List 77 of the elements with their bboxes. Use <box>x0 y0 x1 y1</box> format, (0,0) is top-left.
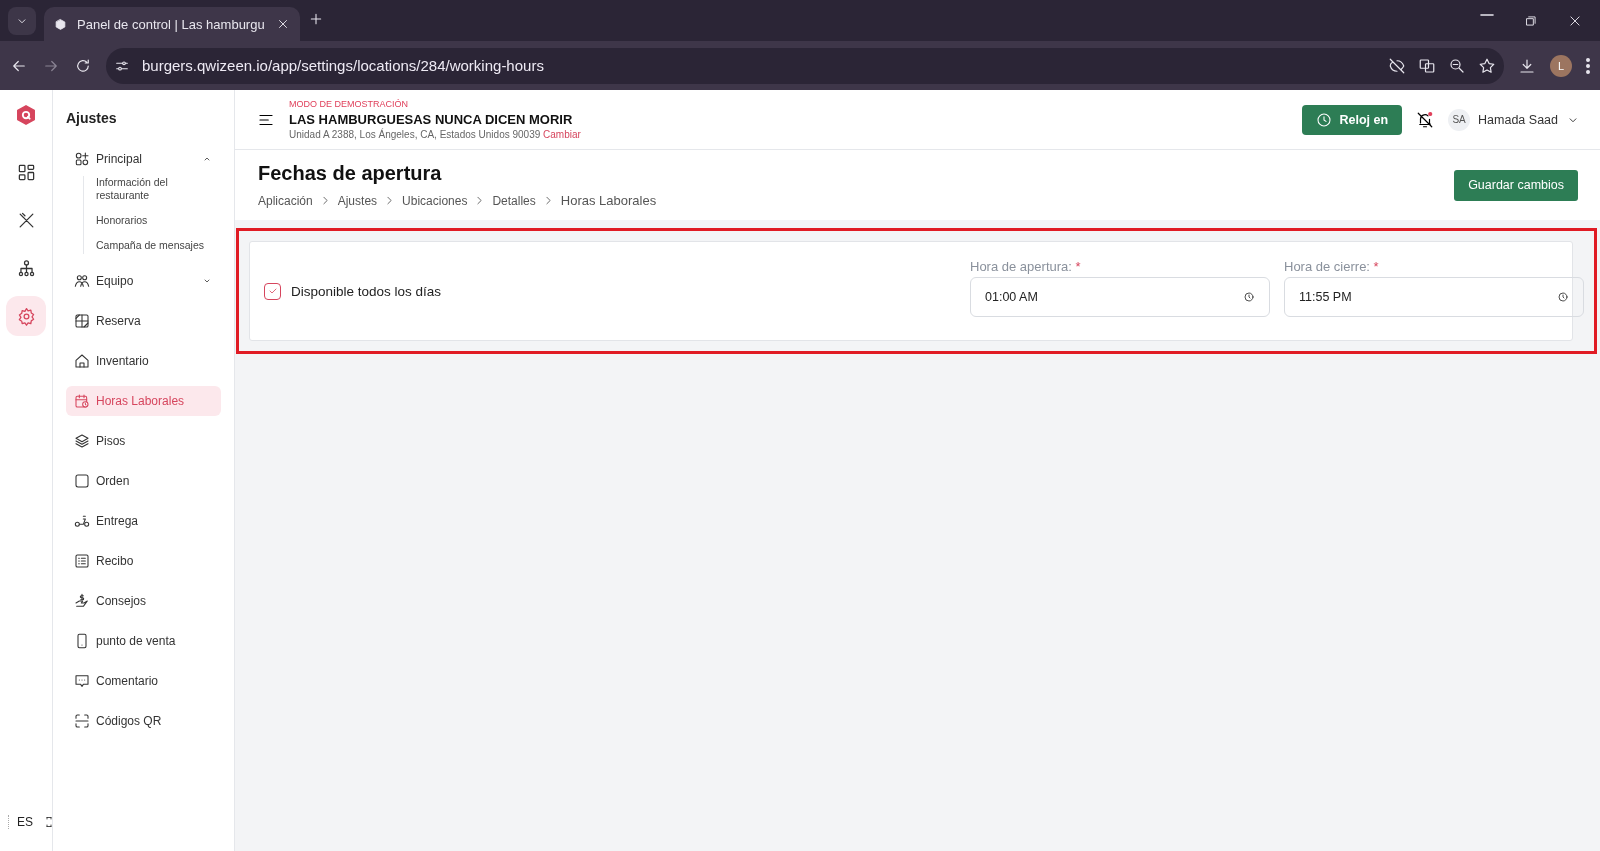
eye-off-icon <box>1388 56 1406 75</box>
restore-icon <box>1524 13 1538 28</box>
shapes-icon <box>74 151 90 167</box>
field-label: Hora de apertura: <box>970 259 1072 274</box>
checkbox-label: Disponible todos los días <box>291 283 442 299</box>
breadcrumb-link[interactable]: Detalles <box>492 193 536 208</box>
clock-icon <box>1316 111 1333 128</box>
minimize-icon <box>1480 13 1494 16</box>
address-text: Unidad A 2388, Los Ángeles, CA, Estados Unidos 90039 <box>289 129 541 140</box>
sidebar-subitem[interactable]: Honorarios <box>96 214 221 227</box>
house-icon <box>74 353 90 369</box>
calendar-icon <box>74 393 90 409</box>
field-label: Hora de cierre: <box>1284 259 1370 274</box>
save-button[interactable]: Guardar cambios <box>1454 169 1578 201</box>
time-field[interactable]: 11:55 PM <box>1284 277 1584 317</box>
reload-icon <box>74 56 92 75</box>
sidebar-item[interactable]: Entrega <box>66 506 221 536</box>
expand-icon <box>43 816 55 828</box>
site-icon <box>54 17 67 31</box>
close-icon <box>276 17 290 31</box>
checkbox[interactable] <box>264 282 281 300</box>
sidebar-item[interactable]: Recibo <box>66 546 221 576</box>
clock-icon <box>1557 291 1569 303</box>
sidebar-item[interactable]: Equipo <box>66 266 221 296</box>
profile-avatar[interactable]: L <box>1550 54 1572 77</box>
chat-icon <box>74 673 90 689</box>
sidebar-item[interactable]: Reserva <box>66 306 221 336</box>
sidebar-item[interactable]: Pisos <box>66 426 221 456</box>
dashboard-icon <box>16 162 36 182</box>
user-avatar[interactable]: SA <box>1448 108 1471 131</box>
page-title: Fechas de apertura <box>258 162 443 185</box>
clock-icon <box>1243 291 1255 303</box>
close-icon <box>1568 13 1582 28</box>
hand-icon <box>74 593 90 609</box>
logo-icon <box>15 104 37 126</box>
layers-icon <box>74 433 90 449</box>
sidebar-item[interactable]: Consejos <box>66 586 221 616</box>
sidebar-item[interactable]: Orden <box>66 466 221 496</box>
sidebar-item[interactable]: Comentario <box>66 666 221 696</box>
breadcrumb-link[interactable]: Ubicaciones <box>402 193 468 208</box>
required-mark: * <box>1075 259 1081 274</box>
change-link[interactable]: Cambiar <box>543 129 581 140</box>
sidebar-item[interactable]: Inventario <box>66 346 221 376</box>
url-text: burgers.qwizeen.io/app/settings/locations/284/working-hours <box>142 57 545 74</box>
sidebar-item[interactable]: Principal <box>66 144 221 174</box>
frame-icon <box>74 473 90 489</box>
sidebar-item[interactable]: punto de venta <box>66 626 221 656</box>
people-icon <box>74 273 90 289</box>
settings-icon <box>16 306 36 326</box>
address-bar[interactable]: burgers.qwizeen.io/app/settings/locations/284/working-hours <box>106 47 1504 84</box>
more-icon <box>1586 57 1590 74</box>
star-icon <box>1478 56 1496 75</box>
browser-tab[interactable]: Panel de control | Las hamburgu <box>44 7 300 41</box>
clock-in-button[interactable]: Reloj en <box>1302 104 1403 135</box>
breadcrumb-link[interactable]: Ajustes <box>337 193 378 208</box>
table-icon <box>74 313 90 329</box>
translate-icon <box>1418 56 1436 75</box>
time-field[interactable]: 01:00 AM <box>970 277 1270 317</box>
breadcrumb-link[interactable]: Aplicación <box>258 193 313 208</box>
sidebar-title: Ajustes <box>66 110 118 126</box>
list-icon <box>74 553 90 569</box>
phone-icon <box>74 633 90 649</box>
scooter-icon <box>74 513 90 529</box>
required-mark: * <box>1373 259 1379 274</box>
hierarchy-icon <box>16 258 36 278</box>
sidebar-item[interactable]: Códigos QR <box>66 706 221 736</box>
sidebar-item[interactable]: Horas Laborales <box>66 386 221 416</box>
user-name[interactable]: Hamada Saad <box>1478 112 1558 127</box>
scan-icon <box>74 713 90 729</box>
demo-mode-label: MODO DE DEMOSTRACIÓN <box>289 99 409 109</box>
language-label[interactable]: ES <box>17 815 33 829</box>
restaurant-name: LAS HAMBURGUESAS NUNCA DICEN MORIR <box>289 112 574 127</box>
sidebar-subitem[interactable]: Información del restaurante <box>96 176 221 202</box>
bell-off-icon <box>1416 110 1435 129</box>
zoom-out-icon <box>1448 56 1466 75</box>
sidebar-subitem[interactable]: Campaña de mensajes <box>96 239 221 252</box>
breadcrumb-link[interactable]: Horas Laborales <box>560 193 657 208</box>
